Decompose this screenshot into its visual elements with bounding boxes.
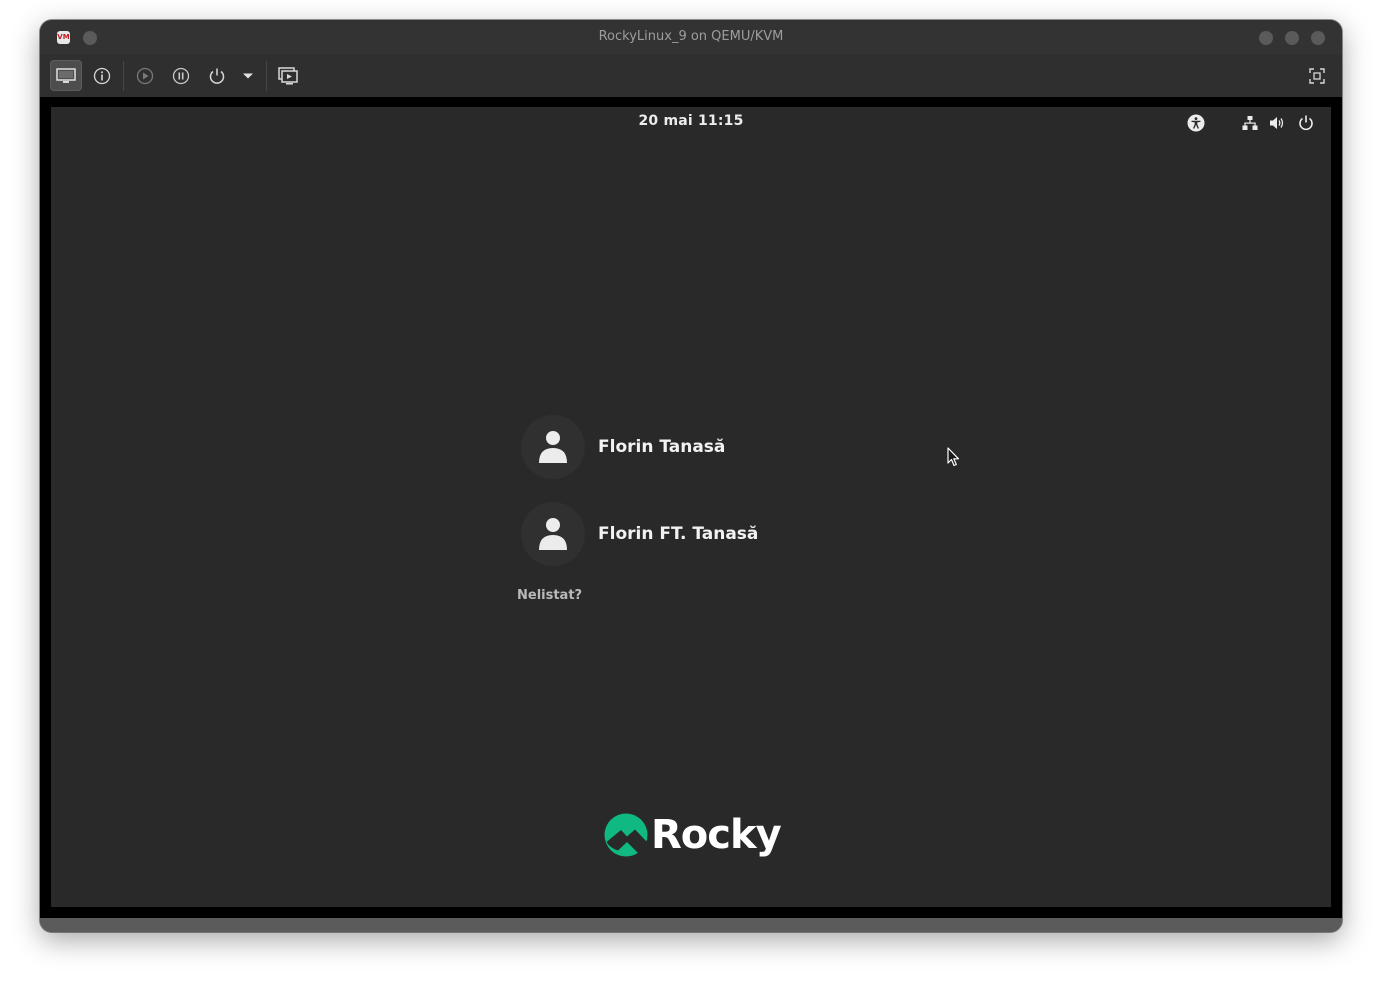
power-icon xyxy=(209,68,225,84)
title-bar: VM RockyLinux_9 on QEMU/KVM xyxy=(40,20,1342,54)
snapshots-button[interactable] xyxy=(272,60,304,91)
snapshots-icon xyxy=(278,66,298,84)
user-list-item[interactable]: Florin FT. Tanasă xyxy=(521,502,921,566)
pause-icon xyxy=(172,67,190,84)
accessibility-icon[interactable] xyxy=(1187,114,1205,132)
vm-viewer-window: VM RockyLinux_9 on QEMU/KVM 20 mai 11:15… xyxy=(40,20,1342,932)
logo-wordmark: Rocky xyxy=(651,812,782,858)
top-bar-clock[interactable]: 20 mai 11:15 xyxy=(51,113,1331,129)
maximize-button[interactable] xyxy=(1285,31,1299,45)
avatar xyxy=(521,415,585,479)
window-bottom-border xyxy=(40,918,1342,932)
window-title: RockyLinux_9 on QEMU/KVM xyxy=(598,29,784,44)
display-console-icon xyxy=(56,67,76,83)
toolbar-separator xyxy=(266,61,267,91)
user-name: Florin FT. Tanasă xyxy=(598,524,759,544)
run-button[interactable] xyxy=(129,60,161,91)
system-power-icon[interactable] xyxy=(1297,114,1315,132)
show-details-button[interactable] xyxy=(86,60,118,91)
vm-toolbar xyxy=(40,54,1342,97)
user-icon xyxy=(539,518,567,550)
info-icon xyxy=(93,67,111,84)
shutdown-menu-button[interactable] xyxy=(233,60,263,91)
rocky-logo: Rocky xyxy=(604,811,782,859)
shutdown-button[interactable] xyxy=(201,60,233,91)
user-list-item[interactable]: Florin Tanasă xyxy=(521,415,921,479)
rocky-mountain-logo-icon xyxy=(604,813,648,857)
user-name: Florin Tanasă xyxy=(598,437,726,457)
dropdown-arrow-icon xyxy=(243,73,253,78)
run-icon xyxy=(136,67,154,84)
guest-login-screen[interactable]: 20 mai 11:15 Florin Tanasă Florin FT. Ta… xyxy=(51,107,1331,907)
fullscreen-icon xyxy=(1309,67,1325,84)
vm-display-frame: 20 mai 11:15 Florin Tanasă Florin FT. Ta… xyxy=(40,97,1342,920)
network-icon[interactable] xyxy=(1241,114,1259,132)
show-console-button[interactable] xyxy=(50,60,82,91)
user-icon xyxy=(539,431,567,463)
close-button[interactable] xyxy=(1311,31,1325,45)
avatar xyxy=(521,502,585,566)
mouse-pointer-icon xyxy=(947,447,960,467)
minimize-button[interactable] xyxy=(1259,31,1273,45)
pause-button[interactable] xyxy=(165,60,197,91)
fullscreen-button[interactable] xyxy=(1301,60,1333,91)
volume-icon[interactable] xyxy=(1268,114,1286,132)
not-listed-link[interactable]: Nelistat? xyxy=(517,588,582,603)
toolbar-separator xyxy=(123,61,124,91)
